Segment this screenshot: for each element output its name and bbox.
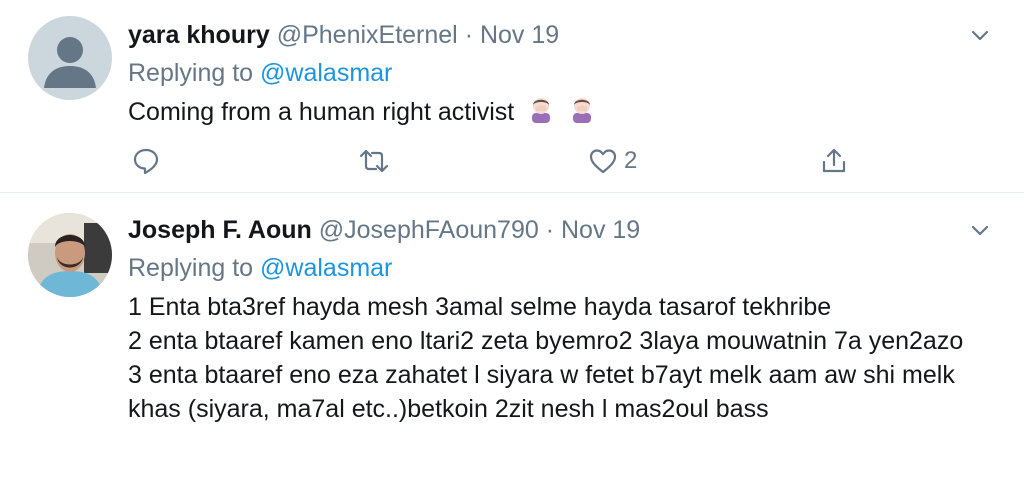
like-count: 2	[624, 147, 638, 174]
chevron-down-icon[interactable]	[966, 217, 994, 245]
replying-to: Replying to @walasmar	[128, 58, 392, 88]
face-palm-emoji	[527, 95, 555, 130]
user-handle[interactable]: @PhenixEternel	[277, 21, 458, 49]
replying-to-handle[interactable]: @walasmar	[260, 59, 392, 87]
profile-photo	[28, 213, 112, 297]
tweet-text-content: Coming from a human right activist	[128, 98, 515, 126]
tweet-text: Coming from a human right activist	[128, 95, 988, 130]
replying-to: Replying to @walasmar	[128, 253, 392, 283]
tweet[interactable]: yara khoury @PhenixEternel · Nov 19 Repl…	[0, 0, 1024, 193]
tweet-header: yara khoury @PhenixEternel · Nov 19	[128, 20, 559, 50]
tweet-text: 1 Enta bta3ref hayda mesh 3amal selme ha…	[128, 293, 964, 423]
user-handle[interactable]: @JosephFAoun790	[319, 216, 539, 244]
share-button[interactable]	[819, 146, 849, 176]
heart-icon	[589, 149, 617, 174]
reply-icon	[133, 148, 159, 175]
avatar[interactable]	[28, 213, 112, 297]
tweet-date[interactable]: Nov 19	[561, 216, 640, 244]
tweet-date[interactable]: Nov 19	[480, 21, 559, 49]
tweet[interactable]: Joseph F. Aoun @JosephFAoun790 · Nov 19 …	[0, 194, 1024, 492]
retweet-button[interactable]	[358, 146, 390, 176]
separator-dot: ·	[464, 21, 474, 49]
default-avatar[interactable]	[28, 16, 112, 100]
like-button[interactable]: 2	[588, 146, 637, 176]
separator-dot: ·	[545, 216, 555, 244]
display-name[interactable]: yara khoury	[128, 21, 270, 49]
share-icon	[822, 148, 846, 173]
face-palm-emoji	[568, 95, 596, 130]
display-name[interactable]: Joseph F. Aoun	[128, 216, 312, 244]
replying-to-handle[interactable]: @walasmar	[260, 254, 392, 282]
chevron-down-icon[interactable]	[966, 22, 994, 50]
replying-to-label: Replying to	[128, 254, 254, 282]
retweet-icon	[359, 149, 389, 173]
tweet-header: Joseph F. Aoun @JosephFAoun790 · Nov 19	[128, 215, 640, 245]
reply-button[interactable]	[131, 146, 161, 176]
replying-to-label: Replying to	[128, 59, 254, 87]
default-profile-icon	[44, 37, 96, 88]
